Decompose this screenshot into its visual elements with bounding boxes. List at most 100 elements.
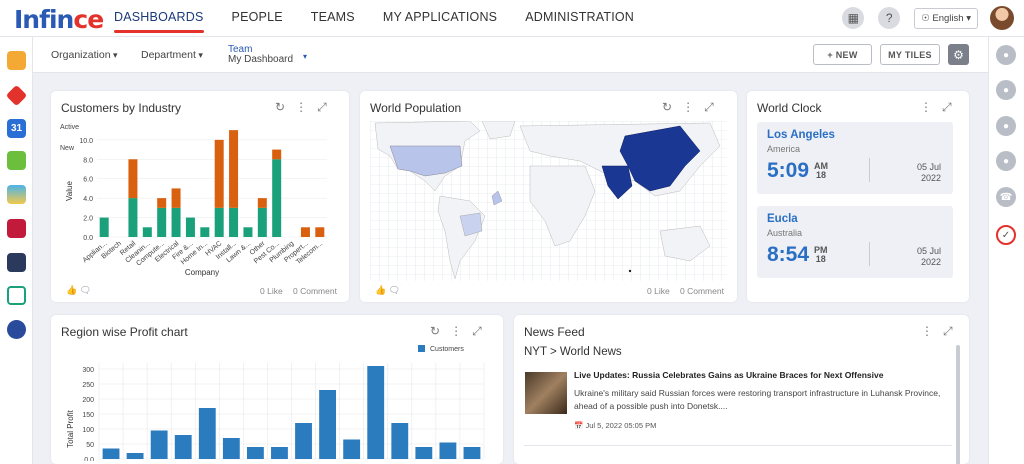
bar-new <box>214 139 224 208</box>
bar-customers <box>222 438 240 459</box>
user-add-icon[interactable]: ● <box>996 116 1016 136</box>
card-title: Region wise Profit chart <box>61 325 188 339</box>
legend-swatch <box>418 345 425 352</box>
chat-icon[interactable]: ● <box>996 45 1016 65</box>
like-thumb-icon[interactable]: 👍 🗨 <box>66 285 91 296</box>
person-icon[interactable]: ● <box>996 80 1016 100</box>
phone-icon[interactable]: ☎ <box>996 187 1016 207</box>
bar-new <box>171 188 181 208</box>
expand-icon[interactable]: ⤢ <box>472 324 482 339</box>
customers-bar-chart: ActiveNew0.02.04.06.08.010.0ValueApplian… <box>60 124 327 277</box>
main-nav: DASHBOARDS PEOPLE TEAMS MY APPLICATIONS … <box>114 10 662 33</box>
bar-new <box>272 149 282 160</box>
refresh-icon[interactable]: ↻ <box>275 100 285 115</box>
nav-my-applications[interactable]: MY APPLICATIONS <box>383 10 497 24</box>
news-source[interactable]: NYT > World News <box>524 346 622 358</box>
card-tools: ↻ ⋮ ⤢ <box>662 100 714 115</box>
dashboard-filter-bar: Organization Department Team My Dashboar… <box>33 37 988 73</box>
expand-icon[interactable]: ⤢ <box>942 100 952 115</box>
clock-los-angeles: Los Angeles America 5:09 AM 18 05 Jul 2022 <box>757 122 953 194</box>
more-vert-icon[interactable]: ⋮ <box>921 324 933 339</box>
group-icon[interactable]: ● <box>996 151 1016 171</box>
infince-logo[interactable]: Infince <box>14 5 104 34</box>
y-tick-label: 50 <box>86 442 94 449</box>
like-thumb-icon[interactable]: 👍 🗨 <box>375 285 400 296</box>
notes-app-icon[interactable] <box>7 151 26 170</box>
app-launcher-sidebar: 31 <box>0 37 33 464</box>
news-thumbnail[interactable] <box>525 372 567 414</box>
refresh-icon[interactable]: ↻ <box>662 100 672 115</box>
card-tools: ↻ ⋮ ⤢ <box>430 324 482 339</box>
like-count[interactable]: 0 Like <box>260 286 283 296</box>
world-map[interactable] <box>370 121 727 281</box>
folder-app-icon[interactable] <box>7 51 26 70</box>
y-tick-label: 200 <box>82 397 94 404</box>
notes-icon[interactable]: ▦ <box>842 7 865 29</box>
calendar-app-icon[interactable]: 31 <box>7 119 26 138</box>
bar-active <box>99 217 109 237</box>
new-button[interactable]: + NEW <box>813 44 872 65</box>
y-tick-label: 6.0 <box>83 177 93 184</box>
mail-app-icon[interactable] <box>5 84 28 107</box>
calendar-check-icon[interactable]: ✓ <box>996 225 1016 245</box>
expand-icon[interactable]: ⤢ <box>704 100 714 115</box>
top-right-tools: ▦ ? ☉ English ▾ <box>842 6 1014 30</box>
gallery-app-icon[interactable] <box>7 185 26 204</box>
bar-active <box>257 207 267 237</box>
department-dropdown[interactable]: Department <box>141 49 203 61</box>
clock-region: Australia <box>767 228 803 238</box>
team-dropdown[interactable]: Team My Dashboard <box>228 45 293 65</box>
nav-administration[interactable]: ADMINISTRATION <box>525 10 634 24</box>
y-tick-label: 10.0 <box>79 138 93 145</box>
bar-new <box>128 159 138 199</box>
comment-count[interactable]: 0 Comment <box>680 286 724 296</box>
like-count[interactable]: 0 Like <box>647 286 670 296</box>
bar-customers <box>126 453 144 459</box>
y-tick-label: 8.0 <box>83 157 93 164</box>
y-tick-label: 250 <box>82 382 94 389</box>
bar-new <box>257 198 267 208</box>
my-tiles-button[interactable]: MY TILES <box>880 44 940 65</box>
comment-count[interactable]: 0 Comment <box>293 286 337 296</box>
bar-customers <box>343 439 361 459</box>
card-tools: ↻ ⋮ ⤢ <box>275 100 327 115</box>
expand-icon[interactable]: ⤢ <box>317 100 327 115</box>
y-axis-title: Value <box>65 181 74 201</box>
news-scrollbar[interactable] <box>956 345 960 464</box>
nav-people[interactable]: PEOPLE <box>232 10 283 24</box>
nav-dashboards[interactable]: DASHBOARDS <box>114 10 204 33</box>
bar-customers <box>463 447 481 459</box>
y-tick-label: 0.0 <box>83 235 93 242</box>
analytics-app-icon[interactable] <box>7 320 26 339</box>
more-vert-icon[interactable]: ⋮ <box>295 100 307 115</box>
user-avatar[interactable] <box>990 6 1014 30</box>
clock-eucla: Eucla Australia 8:54 PM 18 05 Jul 2022 <box>757 206 953 278</box>
organization-dropdown[interactable]: Organization <box>51 49 118 61</box>
clock-date: 05 Jul 2022 <box>916 246 941 267</box>
bar-customers <box>319 390 337 459</box>
y-axis-title: Total Profit <box>66 409 75 448</box>
help-icon[interactable]: ? <box>878 7 901 29</box>
settings-gear-icon[interactable]: ⚙ <box>948 44 969 65</box>
bar-new <box>300 227 310 237</box>
more-vert-icon[interactable]: ⋮ <box>450 324 462 339</box>
clock-ampm: AM 18 <box>814 161 828 180</box>
news-headline[interactable]: Live Updates: Russia Celebrates Gains as… <box>574 370 883 380</box>
right-tools-sidebar: ● ● ● ● ☎ ✓ <box>988 37 1024 464</box>
region-profit-bar-chart: Customers 0.0 50 100 150 200 250 300 Total Profi… <box>66 345 485 461</box>
y-tick-label: 2.0 <box>83 216 93 223</box>
brand-app-icon[interactable] <box>7 219 26 238</box>
check-app-icon[interactable] <box>7 286 26 305</box>
x-axis-title: Company <box>185 268 219 277</box>
news-feed-card: News Feed ⋮ ⤢ NYT > World News Live Upda… <box>514 315 969 464</box>
bar-active <box>229 207 239 237</box>
language-select[interactable]: ☉ English ▾ <box>914 7 978 29</box>
more-vert-icon[interactable]: ⋮ <box>920 100 932 115</box>
nav-teams[interactable]: TEAMS <box>311 10 355 24</box>
more-vert-icon[interactable]: ⋮ <box>682 100 694 115</box>
refresh-icon[interactable]: ↻ <box>430 324 440 339</box>
link-app-icon[interactable] <box>7 253 26 272</box>
chevron-down-icon[interactable]: ▾ <box>303 52 307 61</box>
y-tick-label: 150 <box>82 412 94 419</box>
expand-icon[interactable]: ⤢ <box>943 324 953 339</box>
